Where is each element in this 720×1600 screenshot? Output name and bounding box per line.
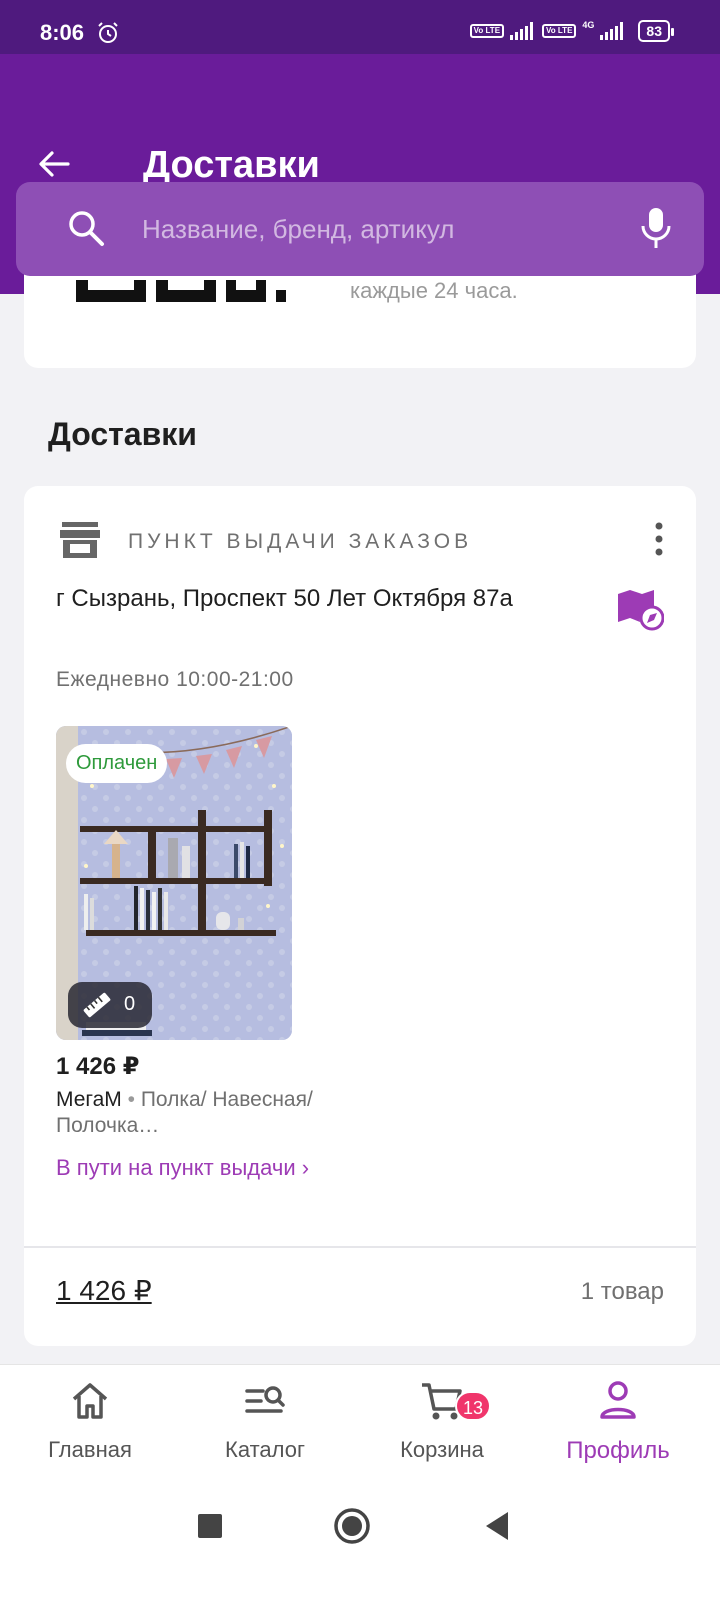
pickup-point-label: ПУНКТ ВЫДАЧИ ЗАКАЗОВ: [128, 530, 473, 553]
system-icons: Vo LTE Vo LTE 4G 83: [469, 20, 674, 42]
paid-status-badge: Оплачен: [66, 744, 168, 783]
product-image[interactable]: Оплачен 0: [56, 726, 292, 1040]
battery-indicator: 83: [638, 20, 674, 42]
size-count: 0: [124, 993, 136, 1015]
status-bar: 8:06 Vo LTE Vo LTE 4G 83: [0, 0, 720, 54]
back-button-icon[interactable]: [478, 1506, 518, 1546]
search-input[interactable]: Название, бренд, артикул: [142, 214, 454, 245]
nav-item-home[interactable]: Главная: [0, 1379, 180, 1463]
nav-item-catalog[interactable]: Каталог: [175, 1379, 355, 1463]
search-bar[interactable]: Название, бренд, артикул: [16, 182, 704, 276]
bottom-navigation: Главная Каталог 13 Корзина Профиль: [0, 1364, 720, 1476]
divider: [24, 1246, 696, 1248]
section-title: Доставки: [48, 416, 197, 452]
mic-icon[interactable]: [638, 206, 674, 250]
home-icon: [72, 1383, 108, 1419]
signal-icon: [510, 22, 534, 40]
delivery-card: ПУНКТ ВЫДАЧИ ЗАКАЗОВ г Сызрань, Проспект…: [24, 486, 696, 1346]
recents-icon[interactable]: [190, 1506, 230, 1546]
nav-item-profile[interactable]: Профиль: [528, 1379, 708, 1465]
nav-label-home: Главная: [48, 1437, 132, 1462]
alarm-icon: [98, 22, 118, 43]
more-options-icon[interactable]: [654, 522, 664, 556]
ruler-icon: [83, 992, 111, 1018]
pickup-address: г Сызрань, Проспект 50 Лет Октября 87а: [56, 585, 513, 612]
order-total: 1 426 ₽: [56, 1275, 152, 1306]
network-type: 4G: [582, 20, 595, 30]
volte-icon: Vo LTE: [469, 24, 505, 38]
search-icon: [69, 211, 104, 246]
arrow-back-icon[interactable]: [34, 144, 74, 184]
status-time: 8:06: [40, 20, 85, 45]
page-title: Доставки: [143, 144, 320, 186]
qr-code-fragment: [76, 280, 286, 302]
working-hours: Ежедневно 10:00-21:00: [56, 668, 294, 691]
nav-label-catalog: Каталог: [225, 1437, 305, 1462]
map-navigation-icon[interactable]: [616, 588, 664, 632]
cart-count-badge: 13: [455, 1391, 492, 1421]
nav-label-profile: Профиль: [566, 1437, 670, 1464]
nav-item-cart[interactable]: 13 Корзина: [352, 1379, 532, 1463]
signal-icon-2: [600, 22, 624, 40]
product-price: 1 426 ₽: [56, 1053, 140, 1080]
delivery-status-link[interactable]: В пути на пункт выдачи ›: [56, 1154, 316, 1182]
qr-update-note: каждые 24 часа.: [350, 278, 518, 303]
size-chip[interactable]: 0: [68, 982, 152, 1028]
home-button-icon[interactable]: [332, 1506, 372, 1546]
system-navigation-bar: [0, 1476, 720, 1600]
volte-icon-2: Vo LTE: [542, 24, 577, 38]
profile-icon: [600, 1381, 636, 1419]
items-count: 1 товар: [580, 1278, 664, 1305]
product-brand: МегаМ: [56, 1088, 122, 1111]
catalog-search-icon: [245, 1386, 285, 1413]
nav-label-cart: Корзина: [400, 1437, 484, 1462]
store-icon: [60, 522, 100, 558]
qr-card[interactable]: каждые 24 часа.: [24, 260, 696, 368]
separator-dot: •: [121, 1088, 141, 1111]
product-description[interactable]: МегаМ • Полка/ Навесная/Полочка…: [56, 1087, 316, 1139]
